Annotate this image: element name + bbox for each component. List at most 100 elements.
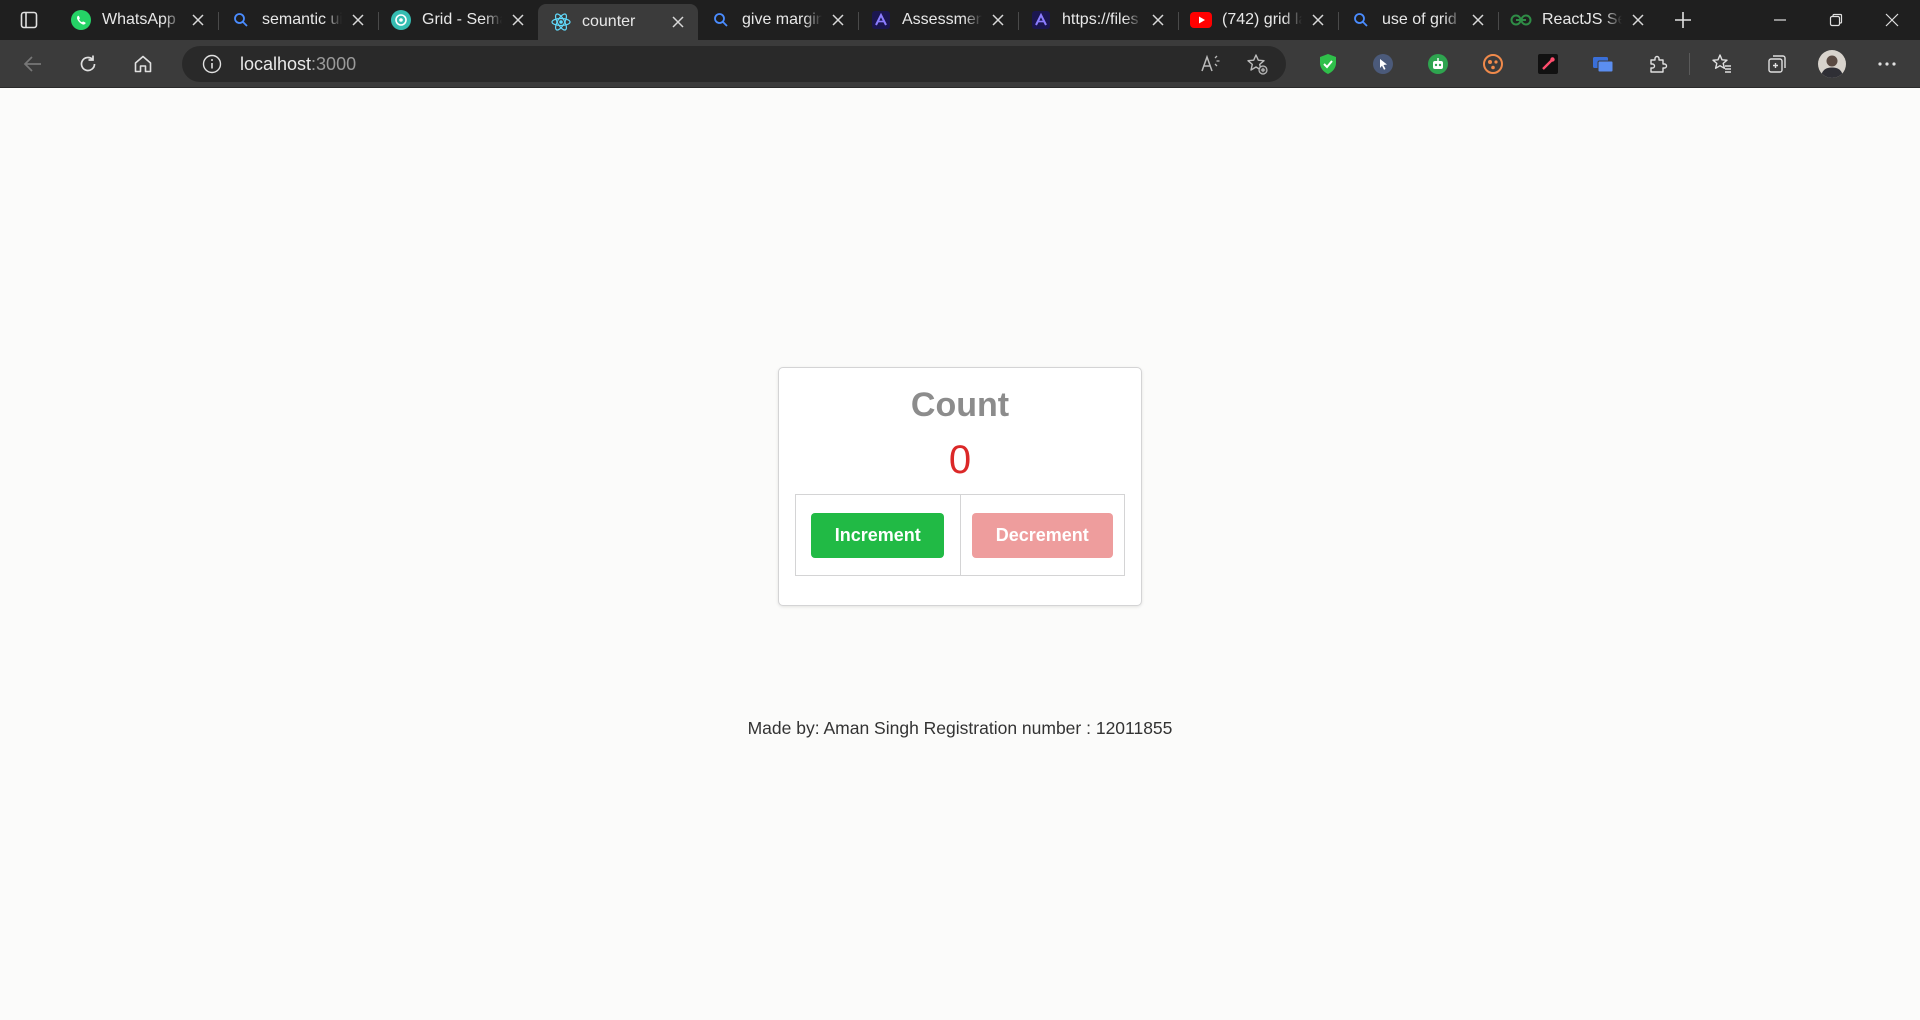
address-bar[interactable]: localhost:3000: [182, 46, 1286, 82]
tab-title: semantic ui: [262, 11, 342, 28]
address-url[interactable]: localhost:3000: [240, 54, 356, 75]
window-extension-button[interactable]: [1575, 40, 1630, 88]
tab-close-icon[interactable]: [348, 10, 368, 30]
tab-title: Grid - Semantic: [422, 11, 502, 28]
new-tab-button[interactable]: [1662, 0, 1704, 40]
url-host: localhost: [240, 53, 312, 74]
geeksforgeeks-icon: [1510, 9, 1532, 31]
tab-title: WhatsApp: [102, 11, 176, 28]
robot-icon: [1427, 54, 1448, 74]
tab-close-icon[interactable]: [508, 10, 528, 30]
address-bar-actions: [1188, 46, 1280, 82]
cookie-icon: [1482, 54, 1503, 74]
window-controls: [1752, 0, 1920, 40]
color-picker-icon: [1537, 54, 1558, 74]
cursor-icon: [1372, 54, 1393, 74]
minimize-icon: [1774, 19, 1786, 21]
assessment-icon: [1030, 9, 1052, 31]
whatsapp-icon: [70, 9, 92, 31]
browser-toolbar: localhost:3000: [0, 40, 1920, 88]
refresh-icon: [80, 55, 96, 71]
close-icon: [1885, 13, 1899, 27]
tab-give-margin-search[interactable]: give margin: [698, 0, 858, 40]
windows-icon: [1592, 57, 1613, 73]
tab-close-icon[interactable]: [188, 10, 208, 30]
assessment-icon: [870, 9, 892, 31]
home-icon: [134, 55, 152, 72]
tab-counter[interactable]: counter: [538, 4, 698, 40]
decrement-cell: Decrement: [959, 495, 1125, 575]
close-window-button[interactable]: [1864, 0, 1920, 40]
cookie-extension-button[interactable]: [1465, 40, 1520, 88]
tab-title: give margin: [742, 11, 822, 28]
site-info-button[interactable]: [192, 46, 232, 82]
shield-extension-button[interactable]: [1300, 40, 1355, 88]
tab-actions-button[interactable]: [0, 0, 58, 40]
increment-button[interactable]: Increment: [811, 512, 945, 558]
info-icon: [202, 54, 222, 74]
favorites-icon: [1711, 54, 1731, 73]
tab-youtube-grid-layout[interactable]: (742) grid layout: [1178, 0, 1338, 40]
star-add-icon: [1247, 54, 1268, 75]
home-button[interactable]: [121, 46, 165, 82]
minimize-button[interactable]: [1752, 0, 1808, 40]
cursor-extension-button[interactable]: [1355, 40, 1410, 88]
increment-cell: Increment: [796, 495, 960, 575]
favorites-button[interactable]: [1694, 40, 1749, 88]
color-picker-extension-button[interactable]: [1520, 40, 1575, 88]
refresh-button[interactable]: [66, 46, 110, 82]
count-value: 0: [948, 438, 972, 482]
count-heading: Count: [910, 386, 1010, 424]
tab-assessment[interactable]: Assessment: [858, 0, 1018, 40]
browser-tab-strip: WhatsApp semantic ui Grid - Semantic cou…: [0, 0, 1920, 40]
collections-icon: [1767, 55, 1786, 73]
tab-list: WhatsApp semantic ui Grid - Semantic cou…: [58, 0, 1658, 40]
back-button[interactable]: [11, 46, 55, 82]
tab-title: use of grid: [1382, 11, 1457, 28]
avatar: [1817, 50, 1846, 78]
tab-reactjs-semantic[interactable]: ReactJS Semantic: [1498, 0, 1658, 40]
shield-icon: [1319, 54, 1336, 74]
add-favorite-button[interactable]: [1234, 46, 1280, 82]
tab-use-of-grid-search[interactable]: use of grid: [1338, 0, 1498, 40]
tab-title: (742) grid layout: [1222, 11, 1302, 28]
plus-icon: [1675, 12, 1691, 28]
settings-more-button[interactable]: [1859, 40, 1914, 88]
more-horizontal-icon: [1877, 62, 1896, 66]
tab-title: ReactJS Semantic: [1542, 11, 1622, 28]
tab-title: Assessment: [902, 11, 982, 28]
back-arrow-icon: [23, 55, 41, 72]
tab-whatsapp[interactable]: WhatsApp: [58, 0, 218, 40]
extensions-button[interactable]: [1630, 40, 1685, 88]
tab-close-icon[interactable]: [1148, 10, 1168, 30]
search-icon: [1350, 9, 1372, 31]
collections-button[interactable]: [1749, 40, 1804, 88]
tab-actions-icon: [20, 11, 38, 29]
toolbar-separator: [1689, 53, 1690, 75]
tab-grid-semantic[interactable]: Grid - Semantic: [378, 0, 538, 40]
profile-button[interactable]: [1804, 40, 1859, 88]
tab-close-icon[interactable]: [668, 12, 688, 32]
puzzle-icon: [1649, 55, 1667, 73]
tab-files[interactable]: https://files: [1018, 0, 1178, 40]
search-icon: [710, 9, 732, 31]
extensions-toolbar: [1300, 40, 1914, 88]
tab-close-icon[interactable]: [1308, 10, 1328, 30]
tab-title: https://files: [1062, 11, 1139, 28]
read-aloud-button[interactable]: [1188, 46, 1234, 82]
button-grid: Increment Decrement: [795, 494, 1125, 576]
tab-close-icon[interactable]: [828, 10, 848, 30]
restore-button[interactable]: [1808, 0, 1864, 40]
read-aloud-icon: [1201, 54, 1220, 72]
counter-card: Count 0 Increment Decrement: [778, 367, 1142, 606]
assistant-extension-button[interactable]: [1410, 40, 1465, 88]
footer-credit: Made by: Aman Singh Registration number …: [747, 718, 1173, 738]
decrement-button[interactable]: Decrement: [971, 512, 1113, 558]
search-icon: [230, 9, 252, 31]
url-port: :3000: [311, 53, 357, 74]
tab-semantic-ui-search[interactable]: semantic ui: [218, 0, 378, 40]
tab-close-icon[interactable]: [988, 10, 1008, 30]
tab-close-icon[interactable]: [1628, 10, 1648, 30]
restore-icon: [1829, 13, 1843, 27]
tab-close-icon[interactable]: [1468, 10, 1488, 30]
